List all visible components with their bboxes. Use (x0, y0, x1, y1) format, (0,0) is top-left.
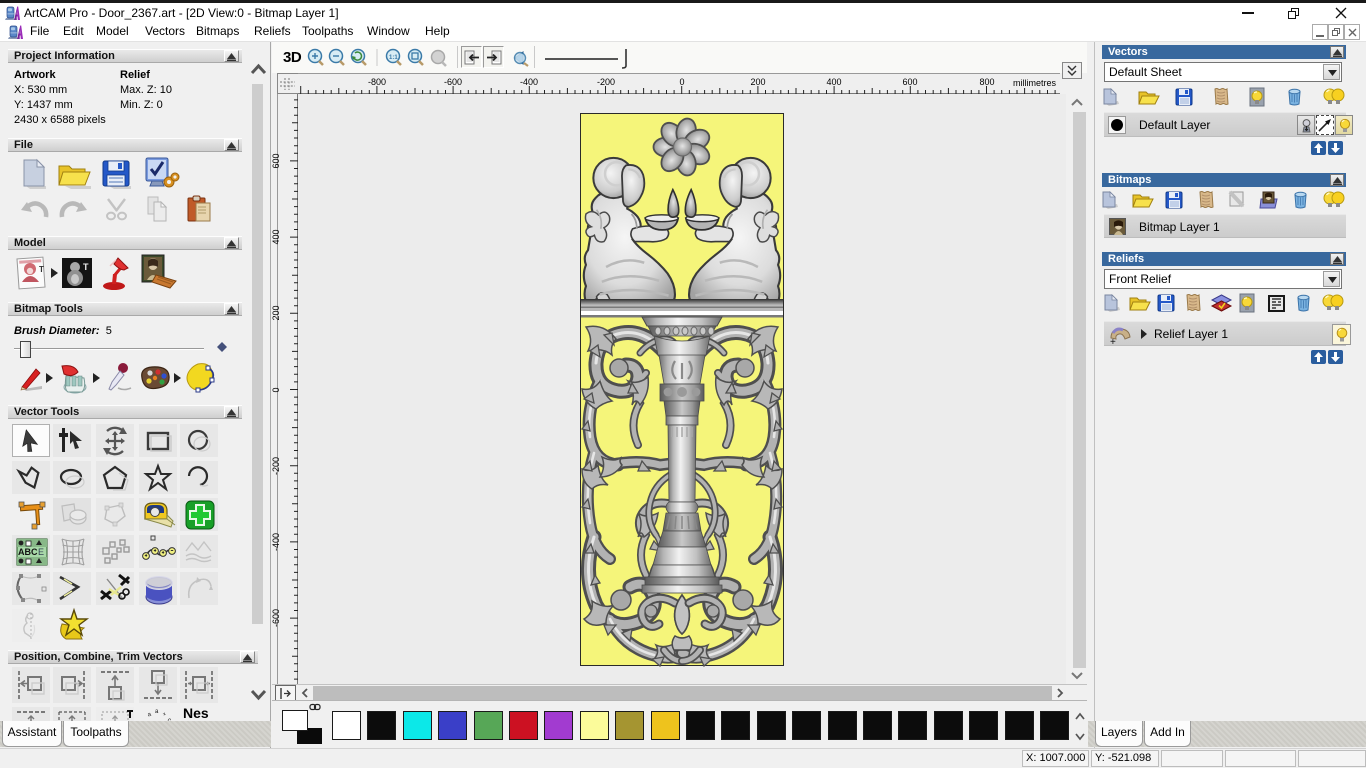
svg-text:E: E (38, 547, 44, 557)
svg-text:T: T (83, 262, 89, 272)
svg-text:a: a (155, 709, 159, 715)
svg-text:+: + (162, 712, 167, 719)
svg-text:1:1: 1:1 (389, 55, 398, 61)
svg-text:+: + (1110, 337, 1116, 348)
svg-text:ABC: ABC (18, 547, 38, 557)
svg-text:a: a (147, 712, 152, 719)
svg-text:T: T (39, 265, 44, 274)
